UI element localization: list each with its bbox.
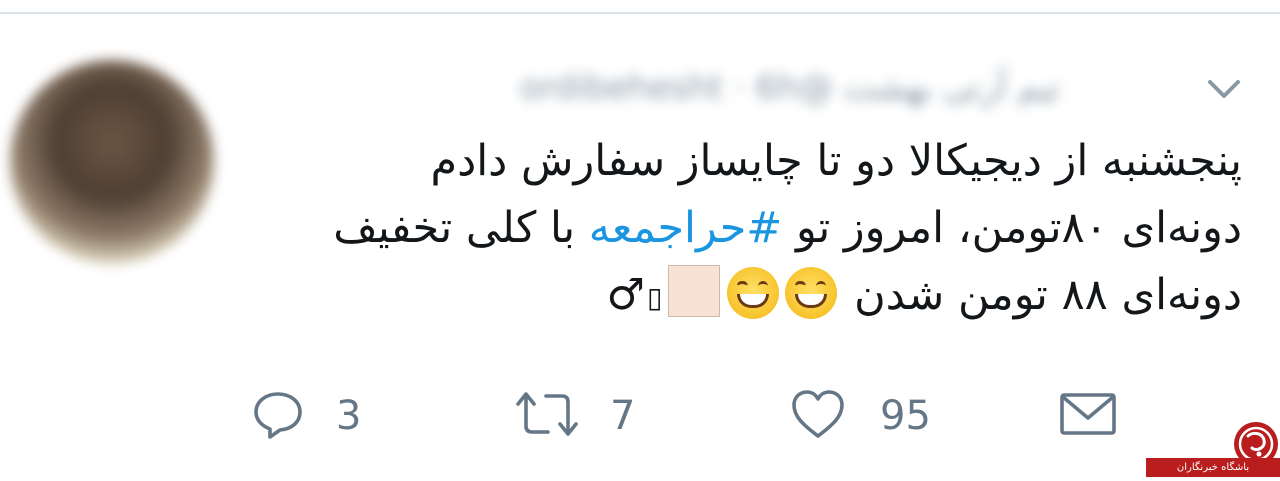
separator: ·	[733, 68, 756, 108]
heart-icon	[788, 386, 848, 446]
timestamp[interactable]: 6h	[756, 68, 799, 108]
direct-message-button[interactable]	[1058, 388, 1118, 444]
tweet-line-2-end: با کلی تخفیف	[333, 203, 589, 253]
tweet-actions: 3 7 95	[0, 388, 1280, 448]
watermark: باشگاه خبرنگاران	[1146, 420, 1280, 477]
tweet-line-3-text: دونه‌ای ۸۸ تومن شدن	[840, 270, 1242, 320]
retweet-count: 7	[610, 393, 636, 439]
envelope-icon	[1058, 386, 1118, 446]
like-button[interactable]: 95	[788, 388, 931, 444]
laughing-emoji-icon	[785, 267, 838, 319]
retweet-button[interactable]: 7	[512, 388, 635, 444]
watermark-label: باشگاه خبرنگاران	[1146, 458, 1280, 477]
reply-icon	[250, 386, 306, 446]
hashtag-link[interactable]: #حراجمعه	[589, 203, 783, 253]
tweet-header: تیم آرتی بهشت @ordibehesht · 6h	[250, 62, 1060, 114]
missing-glyph: ▯	[647, 281, 663, 314]
divider	[0, 12, 1280, 14]
male-sign-icon: ♂	[606, 270, 646, 320]
tweet-line-2: دونه‌ای ۸۰تومن، امروز تو #حراجمعه با کلی…	[242, 195, 1242, 262]
like-count: 95	[880, 393, 931, 439]
tweet-text: پنجشنبه از دیجیکالا دو تا چایساز سفارش د…	[242, 128, 1242, 331]
tweet-line-3: دونه‌ای ۸۸ تومن شدن ▯♂	[242, 262, 1242, 331]
chevron-down-icon[interactable]	[1204, 74, 1244, 104]
reply-button[interactable]: 3	[250, 388, 361, 444]
laughing-emoji-icon	[727, 267, 780, 319]
avatar[interactable]	[10, 60, 214, 264]
tweet-line-2-start: دونه‌ای ۸۰تومن، امروز تو	[782, 203, 1242, 253]
tweet-line-1: پنجشنبه از دیجیکالا دو تا چایساز سفارش د…	[430, 136, 1242, 186]
retweet-icon	[512, 386, 582, 446]
display-name[interactable]: تیم آرتی بهشت	[844, 68, 1060, 108]
reply-count: 3	[336, 393, 362, 439]
skin-tone-box-icon	[668, 265, 721, 317]
